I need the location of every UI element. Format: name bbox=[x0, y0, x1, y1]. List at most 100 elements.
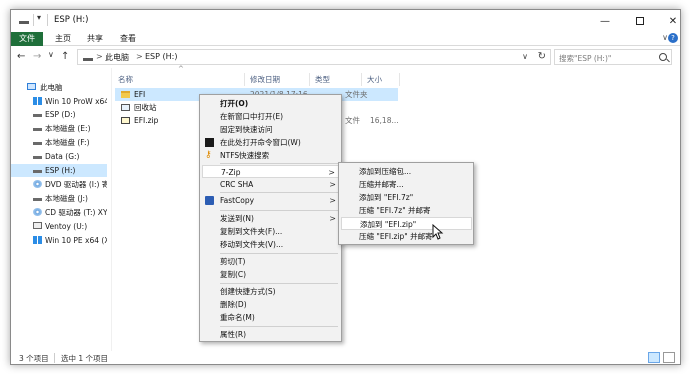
pane-divider[interactable] bbox=[111, 68, 112, 351]
menu-item-open-new-window[interactable]: 在新窗口中打开(E) bbox=[202, 110, 340, 123]
menu-item-move-to-folder[interactable]: 移动到文件夹(V)... bbox=[202, 238, 340, 251]
drive-icon bbox=[33, 110, 42, 117]
column-divider[interactable] bbox=[244, 73, 245, 86]
menu-item-create-shortcut[interactable]: 创建快捷方式(S) bbox=[202, 285, 340, 298]
menu-item-properties[interactable]: 属性(R) bbox=[202, 328, 340, 341]
sidebar-item-ventoy-u[interactable]: Ventoy (U:) bbox=[11, 220, 107, 233]
file-size: 16,18... bbox=[370, 116, 399, 125]
back-button[interactable]: ← bbox=[17, 51, 25, 62]
column-header-size[interactable]: 大小 bbox=[367, 73, 382, 86]
column-divider[interactable] bbox=[309, 73, 310, 86]
menu-item-label: 在此处打开命令窗口(W) bbox=[220, 138, 301, 147]
sidebar-item-local-e[interactable]: 本地磁盘 (E:) bbox=[11, 122, 107, 135]
breadcrumb-chevron[interactable]: > bbox=[96, 52, 103, 61]
column-divider[interactable] bbox=[399, 73, 400, 86]
menu-item-fastcopy[interactable]: FastCopy > bbox=[202, 194, 340, 207]
sidebar-item-win10pe-x[interactable]: Win 10 PE x64 (X: bbox=[11, 234, 107, 247]
sidebar-item-esp-d[interactable]: ESP (D:) bbox=[11, 108, 107, 121]
recent-locations-button[interactable]: ∨ bbox=[48, 50, 54, 59]
sidebar-item-label: 本地磁盘 (E:) bbox=[45, 124, 91, 133]
address-dropdown-button[interactable]: ∨ bbox=[522, 52, 528, 61]
file-name: EFI bbox=[134, 90, 146, 99]
menu-item-label: 压缩 "EFI.7z" 并邮寄 bbox=[359, 206, 431, 215]
column-header-name[interactable]: 名称 bbox=[118, 73, 133, 86]
submenu-item-add-to-zip[interactable]: 添加到 "EFI.zip" bbox=[341, 217, 472, 230]
forward-button[interactable]: → bbox=[33, 51, 41, 62]
drive-icon bbox=[83, 54, 93, 61]
quick-access-toolbar-dropdown-icon[interactable]: ▾ bbox=[37, 13, 41, 22]
navigation-pane: 此电脑 Win 10 ProW x64 ESP (D:) 本地磁盘 (E:) 本… bbox=[11, 76, 107, 351]
menu-item-send-to[interactable]: 发送到(N) > bbox=[202, 212, 340, 225]
submenu-arrow-icon: > bbox=[329, 196, 336, 205]
search-placeholder: 搜索"ESP (H:)" bbox=[559, 54, 612, 63]
address-bar[interactable]: > 此电脑 > ESP (H:) ∨ ↻ bbox=[77, 49, 551, 65]
column-header-type[interactable]: 类型 bbox=[315, 73, 330, 86]
submenu-item-compress-zip-email[interactable]: 压缩 "EFI.zip" 并邮寄 bbox=[341, 230, 472, 243]
sidebar-item-label: CD 驱动器 (T:) XYL bbox=[45, 208, 107, 217]
details-view-button[interactable] bbox=[648, 352, 660, 363]
submenu-item-compress-7z-email[interactable]: 压缩 "EFI.7z" 并邮寄 bbox=[341, 204, 472, 217]
sidebar-item-this-pc[interactable]: 此电脑 bbox=[11, 81, 107, 94]
column-divider[interactable] bbox=[361, 73, 362, 86]
menu-item-open-command-window[interactable]: 在此处打开命令窗口(W) bbox=[202, 136, 340, 149]
menu-item-rename[interactable]: 重命名(M) bbox=[202, 311, 340, 324]
submenu-item-add-to-7z[interactable]: 添加到 "EFI.7z" bbox=[341, 191, 472, 204]
menu-item-cut[interactable]: 剪切(T) bbox=[202, 255, 340, 268]
submenu-7zip: 添加到压缩包... 压缩并邮寄... 添加到 "EFI.7z" 压缩 "EFI.… bbox=[338, 162, 474, 245]
up-button[interactable]: ↑ bbox=[61, 51, 69, 62]
column-header-date[interactable]: 修改日期 bbox=[250, 73, 280, 86]
sidebar-item-local-f[interactable]: 本地磁盘 (F:) bbox=[11, 136, 107, 149]
search-input[interactable]: 搜索"ESP (H:)" bbox=[554, 49, 672, 65]
menu-item-label: FastCopy bbox=[220, 196, 255, 205]
sidebar-item-esp-h[interactable]: ESP (H:) bbox=[11, 164, 107, 177]
drive-icon bbox=[19, 16, 29, 24]
submenu-item-compress-and-email[interactable]: 压缩并邮寄... bbox=[341, 178, 472, 191]
file-type: 文件 bbox=[345, 116, 360, 125]
sidebar-item-label: Win 10 ProW x64 bbox=[45, 97, 107, 106]
menu-separator bbox=[220, 210, 338, 211]
sidebar-item-local-j[interactable]: 本地磁盘 (J:) bbox=[11, 192, 107, 205]
submenu-item-add-to-archive[interactable]: 添加到压缩包... bbox=[341, 165, 472, 178]
tab-home[interactable]: 主页 bbox=[49, 32, 77, 46]
refresh-button[interactable]: ↻ bbox=[538, 51, 546, 62]
menu-item-ntfs-search[interactable]: ⚷ NTFS快速搜索 bbox=[202, 149, 340, 162]
minimize-button[interactable]: — bbox=[586, 10, 624, 32]
tab-file[interactable]: 文件 bbox=[11, 32, 43, 46]
breadcrumb-esp-h[interactable]: ESP (H:) bbox=[145, 52, 177, 61]
key-icon: ⚷ bbox=[205, 150, 212, 160]
sidebar-item-label: Ventoy (U:) bbox=[45, 222, 88, 231]
menu-item-label: 在新窗口中打开(E) bbox=[220, 112, 284, 121]
navigation-bar: ← → ∨ ↑ > 此电脑 > ESP (H:) ∨ ↻ 搜索"ESP (H:)… bbox=[11, 47, 680, 67]
breadcrumb-this-pc[interactable]: 此电脑 bbox=[105, 52, 129, 63]
menu-item-7zip[interactable]: 7-Zip > bbox=[202, 165, 340, 178]
tab-share[interactable]: 共享 bbox=[81, 32, 109, 46]
sidebar-item-cd-t[interactable]: CD 驱动器 (T:) XYL bbox=[11, 206, 107, 219]
menu-item-copy-to-folder[interactable]: 复制到文件夹(F)... bbox=[202, 225, 340, 238]
folder-icon bbox=[121, 91, 130, 98]
close-button[interactable]: ✕ bbox=[654, 10, 680, 32]
drive-icon bbox=[33, 194, 42, 201]
menu-item-pin-quick-access[interactable]: 固定到快速访问 bbox=[202, 123, 340, 136]
sidebar-item-data-g[interactable]: Data (G:) bbox=[11, 150, 107, 163]
menu-item-label: 发送到(N) bbox=[220, 214, 254, 223]
sidebar-item-dvd-i[interactable]: DVD 驱动器 (I:) 寄 bbox=[11, 178, 107, 191]
menu-item-copy[interactable]: 复制(C) bbox=[202, 268, 340, 281]
selection-count: 选中 1 个项目 bbox=[61, 354, 109, 363]
large-icons-view-button[interactable] bbox=[663, 352, 675, 363]
maximize-icon bbox=[636, 17, 644, 25]
divider bbox=[47, 14, 48, 26]
menu-item-crc-sha[interactable]: CRC SHA > bbox=[202, 178, 340, 191]
dvd-icon bbox=[33, 180, 42, 188]
sidebar-item-win10prow[interactable]: Win 10 ProW x64 bbox=[11, 95, 107, 108]
menu-item-delete[interactable]: 删除(D) bbox=[202, 298, 340, 311]
divider bbox=[33, 14, 34, 26]
submenu-arrow-icon: > bbox=[329, 180, 336, 189]
help-icon[interactable]: ? bbox=[668, 33, 678, 43]
menu-item-open[interactable]: 打开(O) bbox=[202, 97, 340, 110]
menu-separator bbox=[220, 192, 338, 193]
menu-item-label: 固定到快速访问 bbox=[220, 125, 273, 134]
menu-item-label: 属性(R) bbox=[220, 330, 247, 339]
breadcrumb-chevron[interactable]: > bbox=[136, 52, 143, 61]
tab-view[interactable]: 查看 bbox=[114, 32, 142, 46]
sidebar-item-label: Data (G:) bbox=[45, 152, 80, 161]
